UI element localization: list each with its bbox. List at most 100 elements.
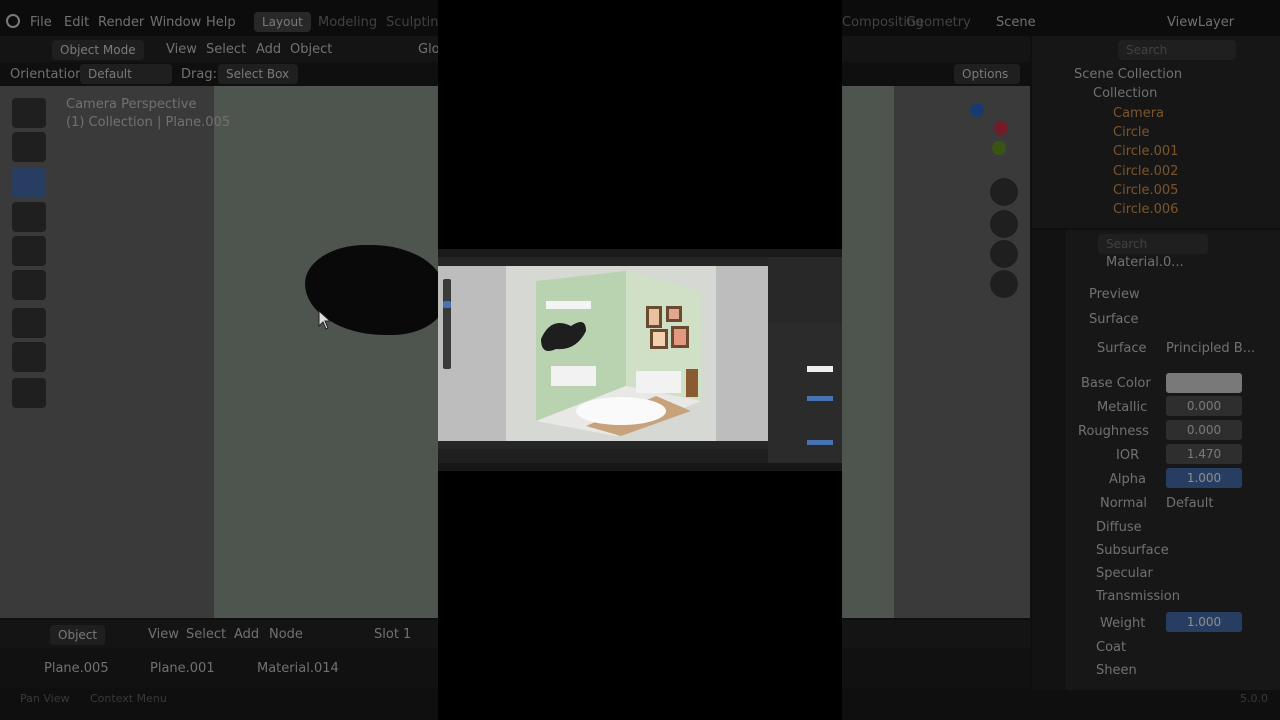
preview-panel-header[interactable]: Preview: [1089, 287, 1140, 302]
mini-statusbar: [438, 463, 842, 471]
x-axis-dot: [994, 121, 1008, 135]
mini-node-header: [438, 441, 768, 449]
camera-view-icon[interactable]: [990, 240, 1018, 268]
properties-panel: [1032, 230, 1280, 690]
mouse-cursor-icon: [318, 310, 332, 330]
pan-hand-icon[interactable]: [990, 210, 1018, 238]
menu-file[interactable]: File: [30, 15, 52, 30]
status-context: Context Menu: [90, 692, 167, 705]
menu-help[interactable]: Help: [206, 15, 236, 30]
menu-edit[interactable]: Edit: [64, 15, 89, 30]
weight-field[interactable]: 1.000: [1166, 612, 1242, 632]
orientation-dropdown[interactable]: Default: [80, 64, 172, 84]
mini-top-bar: [438, 249, 842, 257]
material-name[interactable]: Material.0...: [1106, 255, 1184, 270]
surface-label: Surface: [1097, 341, 1147, 356]
outliner-item-circle[interactable]: Circle: [1113, 125, 1150, 140]
alpha-field[interactable]: 1.000: [1166, 468, 1242, 488]
measure-tool-button[interactable]: [12, 342, 46, 372]
node-add-menu[interactable]: Add: [234, 627, 259, 642]
scale-tool-button[interactable]: [12, 236, 46, 266]
scene-collection-label: Scene Collection: [1074, 67, 1183, 82]
mini-move-tool: [443, 301, 451, 308]
coat-panel-header[interactable]: Coat: [1096, 640, 1126, 655]
rotate-tool-button[interactable]: [12, 202, 46, 232]
viewlayer-name[interactable]: ViewLayer: [1167, 15, 1234, 30]
outliner-item-circle001[interactable]: Circle.001: [1113, 144, 1178, 159]
drag-label: Drag:: [181, 67, 217, 82]
zoom-icon[interactable]: [990, 178, 1018, 206]
status-version: 5.0.0: [1240, 692, 1268, 705]
breadcrumb-plane001[interactable]: Plane.001: [150, 661, 215, 676]
surface-shader-value[interactable]: Principled B...: [1166, 341, 1255, 356]
add-cube-tool-button[interactable]: [12, 378, 46, 408]
surface-panel-header[interactable]: Surface: [1089, 312, 1139, 327]
collection-label[interactable]: Collection: [1093, 86, 1157, 101]
breadcrumb-material[interactable]: Material.014: [257, 661, 339, 676]
mini-screenshot: [438, 249, 842, 471]
add-menu[interactable]: Add: [256, 42, 281, 57]
mini-toolbar: [443, 279, 451, 369]
subsurface-panel-header[interactable]: Subsurface: [1096, 543, 1169, 558]
tab-layout[interactable]: Layout: [254, 12, 311, 32]
roughness-label: Roughness: [1078, 424, 1149, 439]
tab-geometry[interactable]: Geometry: [906, 15, 971, 30]
scene-name[interactable]: Scene: [996, 15, 1036, 30]
base-color-swatch[interactable]: [1166, 373, 1242, 393]
properties-search[interactable]: Search: [1098, 234, 1208, 254]
breadcrumb-plane005[interactable]: Plane.005: [44, 661, 109, 676]
ior-label: IOR: [1116, 448, 1140, 463]
cursor-tool-button[interactable]: [12, 132, 46, 162]
transmission-panel-header[interactable]: Transmission: [1096, 589, 1180, 604]
viewport-info-line1: Camera Perspective: [66, 97, 197, 112]
sheen-panel-header[interactable]: Sheen: [1096, 663, 1137, 678]
outliner-panel: [1032, 36, 1280, 228]
outliner-item-circle005[interactable]: Circle.005: [1113, 183, 1178, 198]
specular-panel-header[interactable]: Specular: [1096, 566, 1153, 581]
view-menu[interactable]: View: [166, 42, 197, 57]
mini-viewport-header: [438, 257, 768, 266]
outliner-item-circle006[interactable]: Circle.006: [1113, 202, 1178, 217]
mini-node-area: [438, 449, 768, 463]
select-tool-button[interactable]: [12, 98, 46, 128]
node-view-menu[interactable]: View: [148, 627, 179, 642]
drag-dropdown[interactable]: Select Box: [218, 64, 298, 84]
menu-render[interactable]: Render: [98, 15, 144, 30]
move-tool-button[interactable]: [12, 168, 46, 198]
node-object-dropdown[interactable]: Object: [50, 625, 106, 645]
weight-label: Weight: [1100, 616, 1146, 631]
node-select-menu[interactable]: Select: [186, 627, 226, 642]
object-menu[interactable]: Object: [290, 42, 332, 57]
z-axis-dot: [970, 103, 984, 117]
mini-weight-field: [807, 440, 833, 445]
mini-base-color-swatch: [807, 366, 833, 372]
menu-window[interactable]: Window: [150, 15, 201, 30]
mini-outliner: [768, 257, 842, 323]
status-pan: Pan View: [20, 692, 70, 705]
room-illustration: [536, 271, 701, 436]
ior-field[interactable]: 1.470: [1166, 444, 1242, 464]
lock-icon[interactable]: [990, 270, 1018, 298]
options-dropdown[interactable]: Options: [954, 64, 1020, 84]
blender-window: File Edit Render Window Help Layout Mode…: [0, 0, 1280, 720]
outliner-item-camera[interactable]: Camera: [1113, 106, 1164, 121]
node-node-menu[interactable]: Node: [269, 627, 303, 642]
metallic-field[interactable]: 0.000: [1166, 396, 1242, 416]
slot-dropdown[interactable]: Slot 1: [374, 627, 411, 642]
diffuse-panel-header[interactable]: Diffuse: [1096, 520, 1142, 535]
annotate-tool-button[interactable]: [12, 308, 46, 338]
transform-orientation[interactable]: Glo: [418, 42, 440, 57]
mini-alpha-field: [807, 396, 833, 401]
normal-value[interactable]: Default: [1166, 496, 1214, 511]
select-menu[interactable]: Select: [206, 42, 246, 57]
metallic-label: Metallic: [1097, 400, 1148, 415]
mode-dropdown[interactable]: Object Mode: [52, 40, 144, 60]
transform-tool-button[interactable]: [12, 270, 46, 300]
outliner-search[interactable]: Search: [1118, 40, 1236, 60]
tab-modeling[interactable]: Modeling: [318, 15, 377, 30]
roughness-field[interactable]: 0.000: [1166, 420, 1242, 440]
base-color-label: Base Color: [1081, 376, 1151, 391]
orientation-label: Orientation:: [10, 67, 88, 82]
blender-logo-icon: [6, 14, 20, 28]
outliner-item-circle002[interactable]: Circle.002: [1113, 164, 1178, 179]
